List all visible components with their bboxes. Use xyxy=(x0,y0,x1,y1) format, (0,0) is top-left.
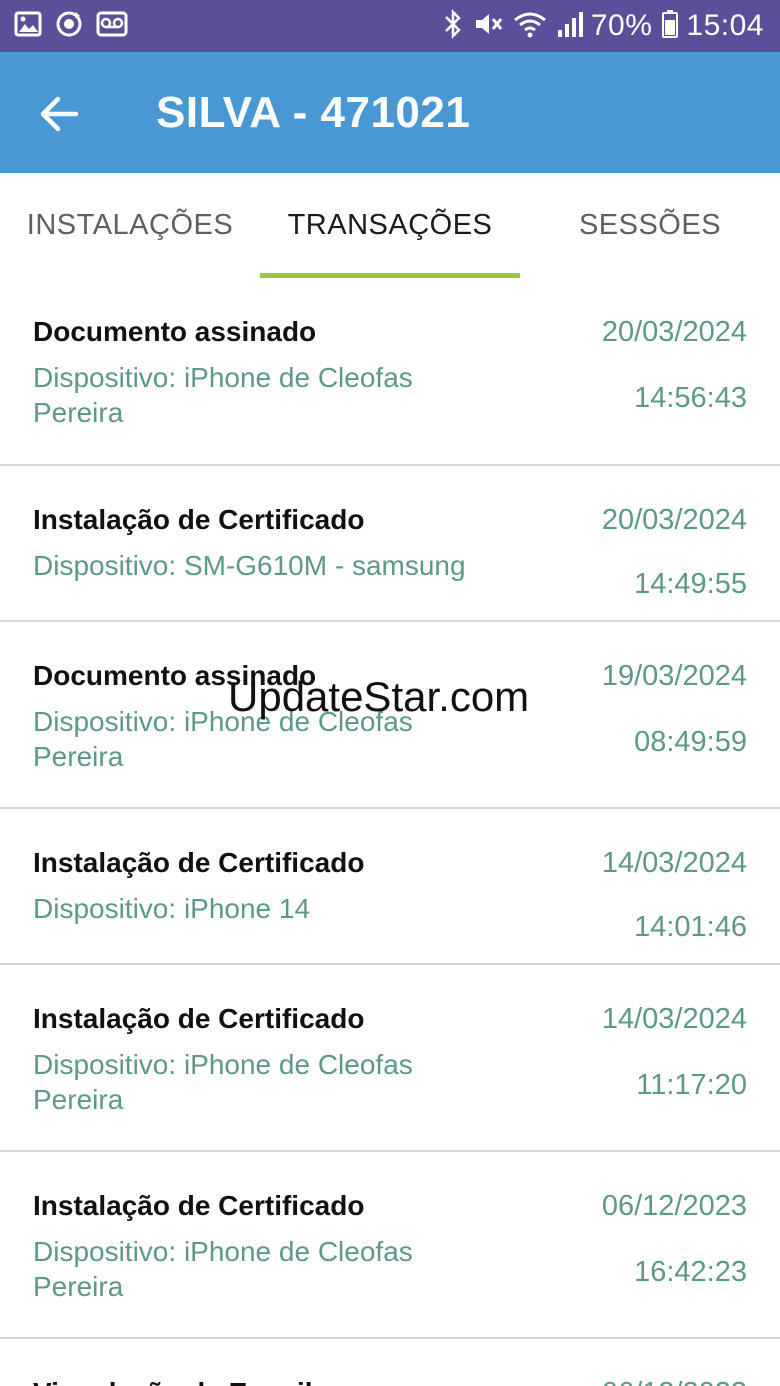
page-title: SILVA - 471021 xyxy=(156,88,471,137)
battery-icon xyxy=(662,9,679,43)
status-bar: 70% 15:04 xyxy=(0,0,780,52)
transaction-device: Dispositivo: iPhone 14 xyxy=(33,893,311,924)
transaction-title: Documento assinado xyxy=(33,316,317,347)
transaction-time: 14:49:55 xyxy=(634,568,747,600)
wifi-icon xyxy=(513,10,547,43)
transaction-time: 14:01:46 xyxy=(634,911,747,943)
transaction-title: Documento assinado xyxy=(33,660,317,691)
transaction-list: Documento assinado Dispositivo: iPhone d… xyxy=(0,278,780,1386)
transaction-date: 06/12/2023 xyxy=(601,1190,747,1222)
transaction-row[interactable]: Instalação de Certificado Dispositivo: i… xyxy=(0,809,780,965)
transaction-time: 11:17:20 xyxy=(636,1069,747,1101)
transaction-device: Dispositivo: iPhone de Cleofas Pereira xyxy=(33,1236,413,1302)
transaction-title: Instalação de Certificado xyxy=(33,504,365,535)
tab-bar: INSTALAÇÕES TRANSAÇÕES SESSÕES xyxy=(0,173,780,278)
tab-sessoes[interactable]: SESSÕES xyxy=(520,173,780,278)
voicemail-icon xyxy=(96,11,128,42)
sync-icon xyxy=(54,9,84,44)
transaction-date: 14/03/2024 xyxy=(601,847,747,879)
transaction-row[interactable]: Documento assinado Dispositivo: iPhone d… xyxy=(0,622,780,809)
app-bar: SILVA - 471021 xyxy=(0,52,780,173)
status-bar-right: 70% 15:04 xyxy=(433,8,764,44)
transaction-date: 20/03/2024 xyxy=(601,504,747,536)
transaction-device: Dispositivo: iPhone de Cleofas Pereira xyxy=(33,706,413,772)
back-button[interactable] xyxy=(38,92,82,136)
transaction-row[interactable]: Instalação de Certificado Dispositivo: S… xyxy=(0,466,780,622)
battery-percentage: 70% xyxy=(590,9,653,42)
tab-instalacoes[interactable]: INSTALAÇÕES xyxy=(0,173,260,278)
arrow-left-icon xyxy=(40,96,79,132)
status-time: 15:04 xyxy=(686,9,764,42)
transaction-row[interactable]: Instalação de Certificado Dispositivo: i… xyxy=(0,1152,780,1339)
status-bar-left xyxy=(14,9,140,44)
transaction-time: 16:42:23 xyxy=(634,1256,747,1288)
transaction-time: 08:49:59 xyxy=(634,726,747,758)
tab-transacoes[interactable]: TRANSAÇÕES xyxy=(260,173,520,278)
signal-icon xyxy=(557,10,583,43)
transaction-row[interactable]: Vinculação de E-mail 06/12/2023 xyxy=(0,1339,780,1386)
transaction-row[interactable]: Instalação de Certificado Dispositivo: i… xyxy=(0,965,780,1152)
transaction-title: Instalação de Certificado xyxy=(33,847,365,878)
bluetooth-icon xyxy=(443,8,463,44)
transaction-title: Instalação de Certificado xyxy=(33,1190,365,1221)
transaction-title: Instalação de Certificado xyxy=(33,1003,365,1034)
transaction-time: 14:56:43 xyxy=(634,382,747,414)
transaction-device: Dispositivo: SM-G610M - samsung xyxy=(33,550,466,581)
transaction-row[interactable]: Documento assinado Dispositivo: iPhone d… xyxy=(0,278,780,466)
transaction-date: 06/12/2023 xyxy=(602,1377,747,1386)
transaction-device: Dispositivo: iPhone de Cleofas Pereira xyxy=(33,362,413,428)
transaction-device: Dispositivo: iPhone de Cleofas Pereira xyxy=(33,1049,413,1115)
mute-icon xyxy=(473,9,503,44)
transaction-title: Vinculação de E-mail xyxy=(33,1377,313,1386)
image-icon xyxy=(14,11,42,42)
transaction-date: 20/03/2024 xyxy=(601,316,747,348)
transaction-date: 14/03/2024 xyxy=(601,1003,747,1035)
transaction-date: 19/03/2024 xyxy=(601,660,747,692)
